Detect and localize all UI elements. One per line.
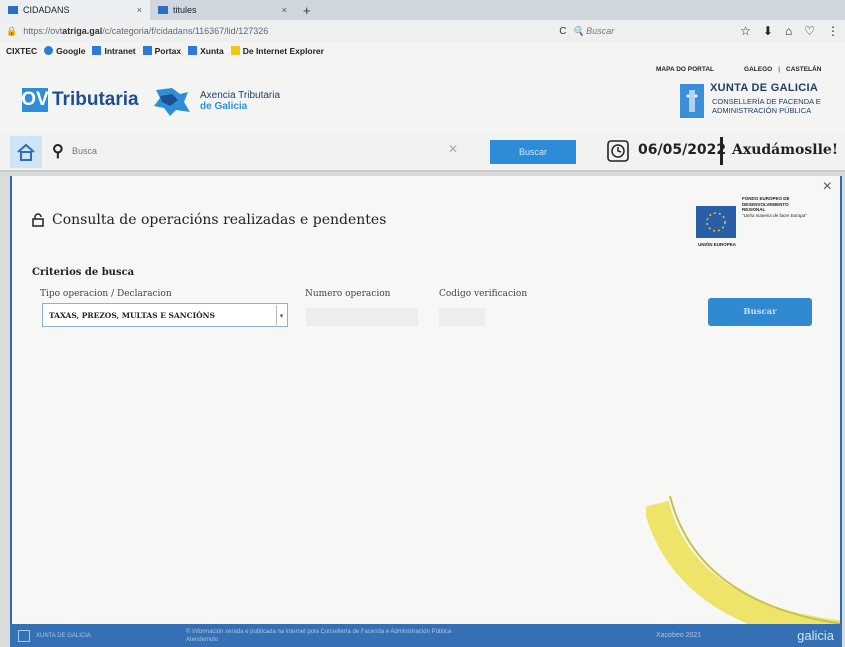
footer-xunta[interactable]: XUNTA DE GALICIA xyxy=(36,633,126,639)
tab-close-icon[interactable]: × xyxy=(137,5,142,15)
browser-search-field[interactable]: 🔍 Buscar xyxy=(572,26,692,37)
clear-search-icon[interactable]: ✕ xyxy=(448,142,458,156)
browser-url-bar: 🔒 https://ovtatriga.gal/c/categoria/f/ci… xyxy=(0,20,845,42)
home-button[interactable] xyxy=(10,136,42,168)
close-icon[interactable]: × xyxy=(823,178,832,196)
conselleria-name: CONSELLERÍA DE FACENDA E ADMINISTRACIÓN … xyxy=(712,97,821,115)
tab-label: titules xyxy=(173,5,197,15)
browser-tab-titules[interactable]: titules × xyxy=(150,0,295,20)
verification-code-label: Codigo verificacion xyxy=(439,289,528,299)
site-footer: XUNTA DE GALICIA © Información xerada e … xyxy=(10,624,842,647)
ov-logo[interactable]: OV xyxy=(21,88,49,112)
bookmark-cixtec[interactable]: CIXTEC xyxy=(6,46,37,56)
operation-type-label: Tipo operacion / Declaracion xyxy=(40,289,172,299)
lang-castelan-link[interactable]: CASTELÁN xyxy=(786,66,821,73)
eu-flag-icon xyxy=(696,206,736,238)
browser-tab-bar: CIDADANS × titules × + xyxy=(0,0,845,20)
bookmark-ie[interactable]: De Internet Explorer xyxy=(230,46,324,56)
lang-separator: | xyxy=(778,66,781,73)
download-icon[interactable]: ⬇ xyxy=(763,24,773,38)
xunta-footer-icon xyxy=(18,629,30,642)
home-icon xyxy=(17,143,35,161)
bookmark-folder-icon xyxy=(230,46,240,55)
operation-type-select[interactable]: TAXAS, PREZOS, MULTAS E SANCIÓNS ▾ xyxy=(42,303,288,327)
xunta-title[interactable]: XUNTA DE GALICIA xyxy=(710,82,818,94)
bookmark-folder-icon xyxy=(142,46,152,55)
site-header: OV Tributaria Axencia Tributaria de Gali… xyxy=(0,60,845,132)
search-icon: ⚲ xyxy=(52,143,64,160)
page-title: Consulta de operacións realizadas e pend… xyxy=(32,212,386,228)
operation-number-label: Numero operacion xyxy=(305,289,391,299)
bookmarks-bar: CIXTEC Google Intranet Portax Xunta De I… xyxy=(0,42,845,60)
footer-xacobeo[interactable]: Xacobeo 2021 xyxy=(656,632,701,639)
operation-number-input[interactable] xyxy=(306,308,418,326)
tab-favicon-icon xyxy=(8,6,18,14)
tributaria-logo-text[interactable]: Tributaria xyxy=(52,89,139,111)
galicia-map-icon xyxy=(154,88,190,116)
feder-text: FONDO EUROPEO DE DESENVOLVEMENTO REXIONA… xyxy=(742,196,807,218)
new-tab-button[interactable]: + xyxy=(295,3,319,18)
agency-name: Axencia Tributaria de Galicia xyxy=(200,90,281,112)
menu-icon[interactable]: ⋮ xyxy=(827,24,839,38)
site-search-row: ⚲ ✕ Buscar 06/05/2022 Axudámoslle! xyxy=(0,132,845,172)
bookmark-google[interactable]: Google xyxy=(44,46,85,56)
google-icon xyxy=(44,46,54,55)
operation-type-value: TAXAS, PREZOS, MULTAS E SANCIÓNS xyxy=(49,311,215,320)
pocket-icon[interactable]: ♡ xyxy=(804,24,815,38)
xunta-flag-icon xyxy=(680,84,704,118)
sitemap-link[interactable]: MAPA DO PORTAL xyxy=(656,66,714,73)
divider xyxy=(720,137,723,165)
bookmark-xunta[interactable]: Xunta xyxy=(188,46,224,56)
reload-icon[interactable]: C xyxy=(559,26,566,37)
star-icon[interactable]: ☆ xyxy=(740,24,751,38)
chevron-down-icon[interactable]: ▾ xyxy=(276,305,286,325)
eu-union-label: UNIÓN EUROPEA xyxy=(698,242,737,247)
top-links: MAPA DO PORTAL GALEGO | CASTELÁN xyxy=(656,66,821,73)
browser-tab-cidadans[interactable]: CIDADANS × xyxy=(0,0,150,20)
address-field[interactable]: https://ovtatriga.gal/c/categoria/f/cida… xyxy=(23,26,443,36)
verification-code-input[interactable] xyxy=(439,308,485,326)
clock-icon xyxy=(607,140,629,162)
tab-favicon-icon xyxy=(158,6,168,14)
lock-icon: 🔒 xyxy=(6,25,18,36)
bookmark-portax[interactable]: Portax xyxy=(142,46,181,56)
lock-icon xyxy=(32,213,44,227)
search-button[interactable]: Buscar xyxy=(708,298,812,326)
bookmark-folder-icon xyxy=(92,46,102,55)
footer-copyright: © Información xerada e publicada na inte… xyxy=(186,628,452,643)
bookmark-intranet[interactable]: Intranet xyxy=(92,46,136,56)
criteria-heading: Criterios de busca xyxy=(32,267,135,278)
site-search-button[interactable]: Buscar xyxy=(490,140,576,164)
decorative-arc xyxy=(646,495,840,624)
footer-galicia-logo[interactable]: galicia xyxy=(797,628,834,643)
main-panel: × Consulta de operacións realizadas e pe… xyxy=(10,176,842,624)
help-link[interactable]: Axudámoslle! xyxy=(732,142,838,158)
tab-close-icon[interactable]: × xyxy=(282,5,287,15)
tab-label: CIDADANS xyxy=(23,5,70,15)
site-search-input[interactable] xyxy=(72,140,452,162)
browser-toolbar: ☆ ⬇ ⌂ ♡ ⋮ xyxy=(740,24,839,38)
lang-galego-link[interactable]: GALEGO xyxy=(744,66,772,73)
current-date: 06/05/2022 xyxy=(638,142,727,158)
home-icon[interactable]: ⌂ xyxy=(785,24,792,38)
bookmark-folder-icon xyxy=(188,46,198,55)
